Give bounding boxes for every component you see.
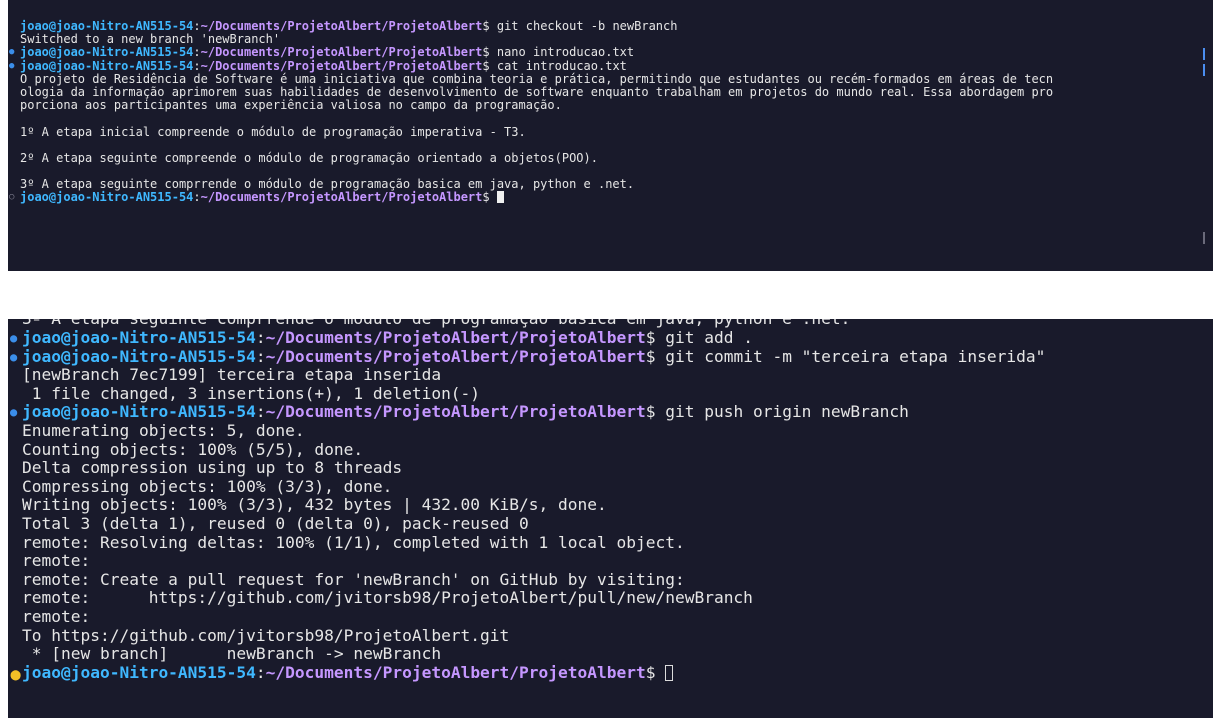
prompt-host: joao@joao-Nitro-AN515-54	[20, 45, 194, 60]
prompt-line: ○ joao@joao-Nitro-AN515-54:~/Documents/Pr…	[8, 191, 1213, 204]
scroll-indicator	[1203, 232, 1205, 244]
prompt-line: ● joao@joao-Nitro-AN515-54:~/Documents/Pr…	[8, 403, 1213, 422]
command-text: nano introducao.txt	[489, 45, 635, 60]
prompt-colon: :	[193, 58, 201, 73]
circle-dot-icon: ●	[9, 60, 15, 71]
output-line: 1º A etapa inicial compreende o módulo d…	[20, 124, 526, 139]
terminal-cursor[interactable]	[496, 191, 504, 204]
output-line: To https://github.com/jvitorsb98/Projeto…	[22, 625, 510, 645]
prompt-colon: :	[193, 19, 201, 33]
prompt-line: ⬤ joao@joao-Nitro-AN515-54:~/Documents/Pr…	[8, 662, 1213, 686]
output-line: 1 file changed, 3 insertions(+), 1 delet…	[22, 383, 481, 403]
prompt-symbol: $	[645, 346, 656, 366]
output-line: O projeto de Residência de Software é um…	[20, 71, 1054, 86]
prompt-path: ~/Documents/ProjetoAlbert/ProjetoAlbert	[200, 45, 483, 60]
prompt-colon: :	[255, 328, 266, 347]
prompt-colon: :	[193, 45, 201, 60]
prompt-colon: :	[193, 190, 201, 205]
output-line: * [new branch] newBranch -> newBranch	[22, 644, 442, 664]
output-line: remote:	[22, 551, 91, 571]
output-line: Counting objects: 100% (5/5), done.	[22, 439, 364, 459]
prompt-symbol: $	[482, 19, 490, 33]
circle-dot-icon: ●	[10, 331, 18, 345]
prompt-host: joao@joao-Nitro-AN515-54	[22, 662, 256, 682]
prompt-host: joao@joao-Nitro-AN515-54	[22, 328, 256, 347]
prompt-line: ● joao@joao-Nitro-AN515-54:~/Documents/Pr…	[8, 328, 1213, 348]
hollow-circle-icon: ○	[9, 192, 15, 203]
command-text: git commit -m "terceira etapa inserida"	[655, 346, 1046, 366]
command-text: git push origin newBranch	[655, 402, 909, 422]
terminal-panel-top[interactable]: joao@joao-Nitro-AN515-54:~/Documents/Pro…	[8, 0, 1213, 271]
output-line: remote: Create a pull request for 'newBr…	[22, 569, 685, 589]
circle-dot-icon: ●	[10, 405, 18, 420]
output-line: remote: https://github.com/jvitorsb98/Pr…	[22, 588, 753, 608]
prompt-line: ● joao@joao-Nitro-AN515-54:~/Documents/Pr…	[8, 58, 1213, 73]
prompt-host: joao@joao-Nitro-AN515-54	[22, 346, 256, 366]
terminal-cursor[interactable]	[665, 664, 674, 681]
prompt-path: ~/Documents/ProjetoAlbert/ProjetoAlbert	[200, 58, 483, 73]
output-line: 2º A etapa seguinte compreende o módulo …	[20, 150, 598, 165]
output-line: remote: Resolving deltas: 100% (1/1), co…	[22, 532, 685, 552]
output-line: Enumerating objects: 5, done.	[22, 420, 305, 440]
prompt-colon: :	[255, 346, 266, 366]
output-line: Delta compression using up to 8 threads	[22, 458, 403, 478]
prompt-colon: :	[255, 662, 266, 682]
command-text: cat introducao.txt	[489, 58, 627, 73]
command-text	[656, 663, 666, 682]
terminal-output: ● joao@joao-Nitro-AN515-54:~/Documents/Pr…	[8, 328, 1213, 686]
prompt-symbol: $	[482, 190, 490, 205]
output-line: [newBranch 7ec7199] terceira etapa inser…	[22, 365, 442, 385]
lightbulb-icon[interactable]: ⬤	[10, 667, 21, 686]
prompt-path: ~/Documents/ProjetoAlbert/ProjetoAlbert	[265, 662, 646, 682]
prompt-host: joao@joao-Nitro-AN515-54	[20, 58, 194, 73]
output-line: Total 3 (delta 1), reused 0 (delta 0), p…	[22, 513, 529, 533]
prompt-path: ~/Documents/ProjetoAlbert/ProjetoAlbert	[200, 19, 483, 33]
prompt-path: ~/Documents/ProjetoAlbert/ProjetoAlbert	[265, 402, 646, 422]
circle-dot-icon: ●	[9, 47, 15, 58]
circle-dot-icon: ●	[10, 349, 18, 364]
output-line: Writing objects: 100% (3/3), 432 bytes |…	[22, 495, 607, 515]
command-text: git checkout -b newBranch	[489, 19, 678, 33]
prompt-symbol: $	[645, 402, 656, 422]
terminal-panel-bottom[interactable]: 3º A etapa seguinte comprrende o módulo …	[8, 319, 1213, 718]
terminal-output: joao@joao-Nitro-AN515-54:~/Documents/Pro…	[8, 19, 1213, 205]
prompt-host: joao@joao-Nitro-AN515-54	[20, 190, 194, 205]
prompt-symbol: $	[645, 662, 656, 682]
prompt-colon: :	[255, 402, 266, 422]
prompt-symbol: $	[482, 58, 490, 73]
prompt-path: ~/Documents/ProjetoAlbert/ProjetoAlbert	[265, 328, 646, 347]
prompt-line: ● joao@joao-Nitro-AN515-54:~/Documents/Pr…	[8, 346, 1213, 367]
output-line: Compressing objects: 100% (3/3), done.	[22, 476, 393, 496]
prompt-symbol: $	[482, 45, 490, 60]
prompt-path: ~/Documents/ProjetoAlbert/ProjetoAlbert	[265, 346, 646, 366]
prompt-host: joao@joao-Nitro-AN515-54	[22, 402, 256, 422]
output-line: porciona aos participantes uma experiênc…	[20, 98, 562, 113]
output-line: remote:	[22, 606, 91, 626]
prompt-host: joao@joao-Nitro-AN515-54	[20, 19, 194, 33]
prompt-symbol: $	[645, 328, 656, 347]
prompt-path: ~/Documents/ProjetoAlbert/ProjetoAlbert	[200, 190, 483, 205]
command-text: git add .	[655, 328, 753, 347]
command-text	[490, 190, 497, 204]
